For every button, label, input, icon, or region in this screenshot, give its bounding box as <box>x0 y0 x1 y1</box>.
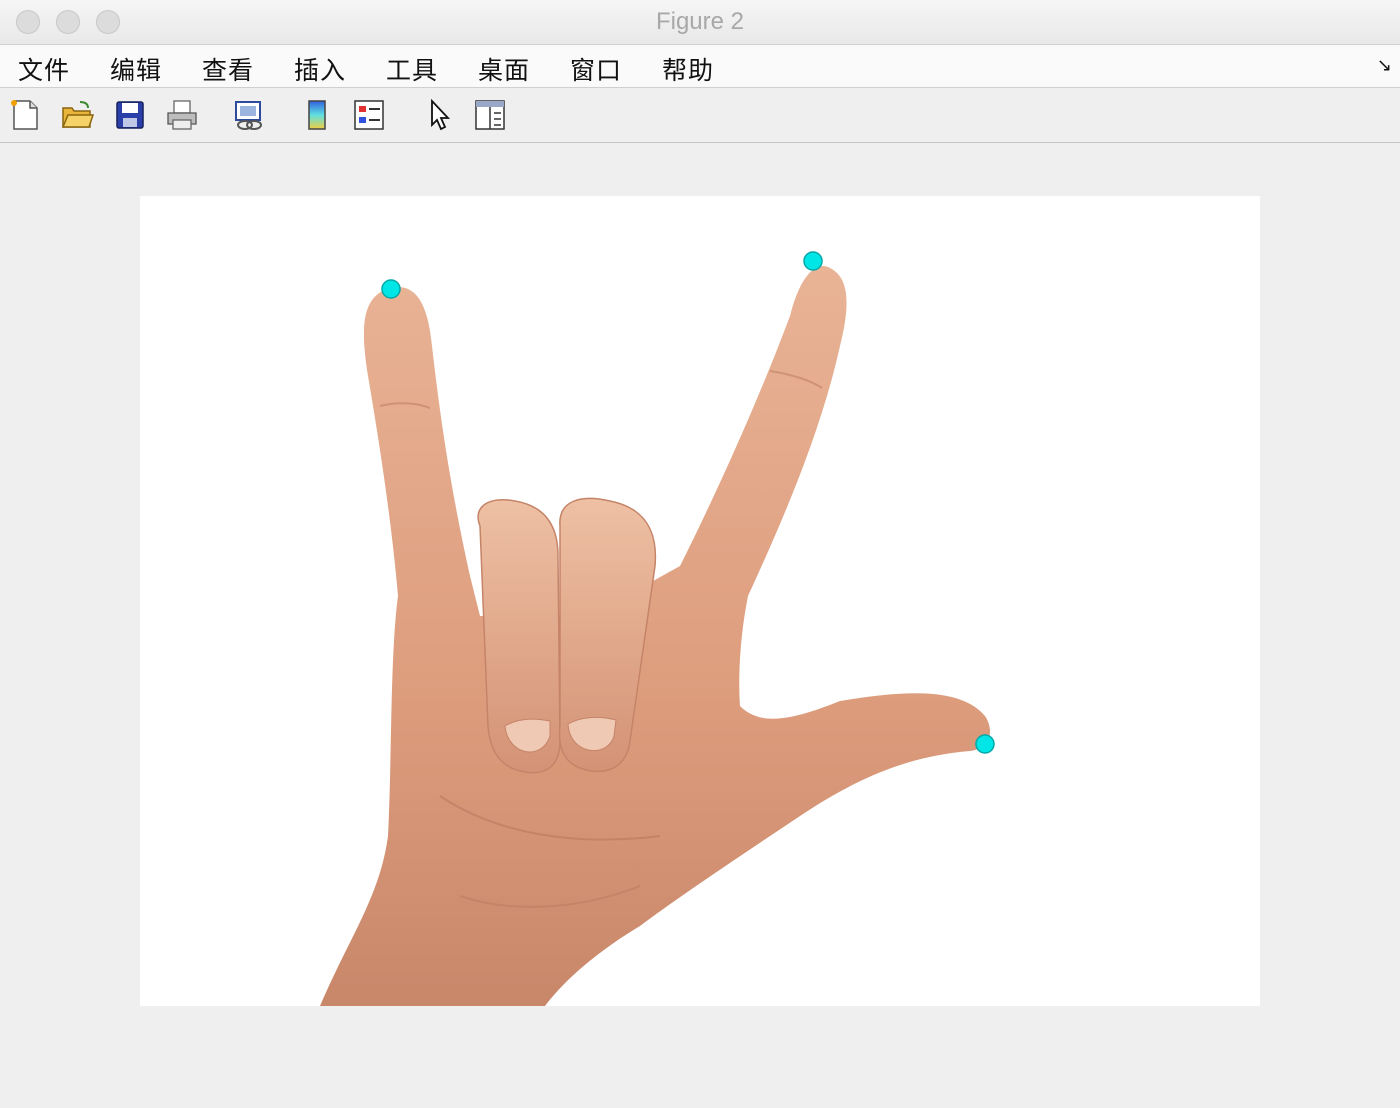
menu-bar: 文件 编辑 查看 插入 工具 桌面 窗口 帮助 ↘ <box>0 45 1400 88</box>
colorbar-icon[interactable] <box>300 98 334 132</box>
title-bar: Figure 2 <box>0 0 1400 45</box>
new-figure-icon[interactable] <box>8 98 42 132</box>
menu-insert[interactable]: 插入 <box>294 51 346 87</box>
image-axes[interactable] <box>140 196 1260 1006</box>
hand-sign-image <box>320 251 995 1006</box>
menu-window[interactable]: 窗口 <box>570 51 622 87</box>
pinky-tip-marker <box>803 251 823 271</box>
open-file-icon[interactable] <box>60 98 94 132</box>
thumb-tip-marker <box>975 734 995 754</box>
hand-silhouette <box>320 266 990 1006</box>
pointer-icon[interactable] <box>422 98 456 132</box>
save-icon[interactable] <box>113 98 147 132</box>
print-icon[interactable] <box>165 98 199 132</box>
property-editor-icon[interactable] <box>473 98 507 132</box>
menu-edit[interactable]: 编辑 <box>110 51 162 87</box>
toolbar <box>0 88 1400 143</box>
menu-file[interactable]: 文件 <box>18 51 70 87</box>
link-plot-icon[interactable] <box>232 98 266 132</box>
menu-desktop[interactable]: 桌面 <box>478 51 530 87</box>
legend-icon[interactable] <box>352 98 386 132</box>
window-title: Figure 2 <box>655 8 745 35</box>
menu-tools[interactable]: 工具 <box>386 51 438 87</box>
menu-help[interactable]: 帮助 <box>662 51 714 87</box>
index-tip-marker <box>381 279 401 299</box>
menu-view[interactable]: 查看 <box>202 51 254 87</box>
dock-arrow-icon[interactable]: ↘ <box>1377 55 1392 76</box>
